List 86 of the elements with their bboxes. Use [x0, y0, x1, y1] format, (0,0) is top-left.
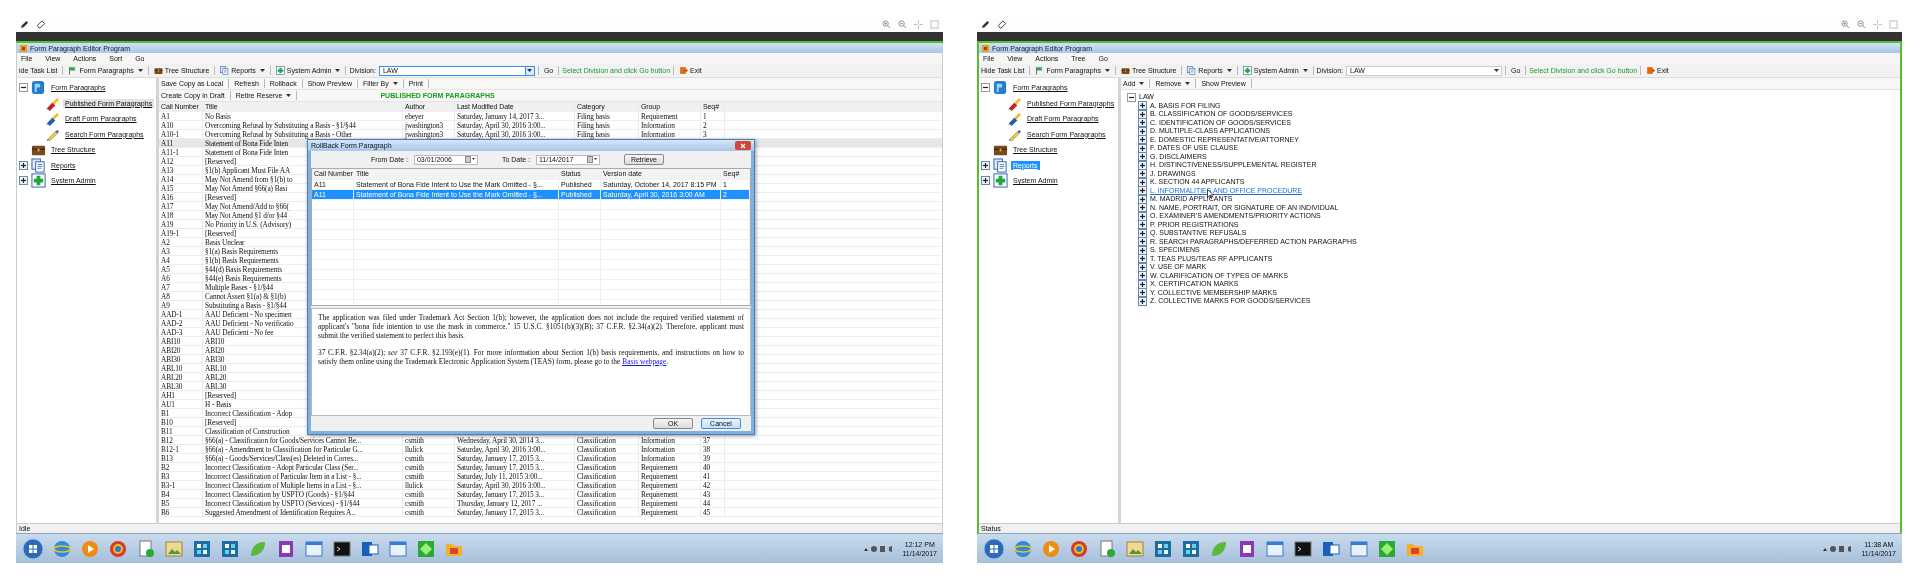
- caret-icon: [527, 68, 533, 73]
- caret-icon: [1494, 68, 1500, 73]
- badge-icon: [993, 80, 1008, 96]
- notebook-icon[interactable]: [276, 538, 296, 559]
- caret-icon: [1226, 68, 1232, 73]
- expand-toggle[interactable]: [1138, 152, 1147, 162]
- window-icon[interactable]: [1265, 538, 1285, 559]
- expand-toggle[interactable]: [1127, 92, 1136, 102]
- expand-toggle[interactable]: [1138, 118, 1147, 128]
- plus-icon: [275, 66, 285, 75]
- expand-toggle[interactable]: [981, 160, 990, 170]
- expand-toggle[interactable]: [981, 83, 990, 93]
- expand-toggle[interactable]: [981, 176, 990, 186]
- zoom-out-icon[interactable]: [898, 19, 907, 29]
- grid-icon[interactable]: [192, 538, 212, 559]
- calendar-icon[interactable]: [586, 156, 597, 163]
- expand-toggle[interactable]: [1138, 220, 1147, 230]
- caret-icon: [259, 68, 265, 73]
- caret-icon: [1104, 68, 1110, 73]
- chest-icon: [1120, 66, 1130, 75]
- eraser-icon[interactable]: [36, 19, 46, 29]
- document-icon[interactable]: [136, 538, 156, 559]
- eraser-icon[interactable]: [997, 19, 1007, 29]
- caret-icon: [1185, 81, 1191, 86]
- terminal-icon[interactable]: [332, 538, 352, 559]
- expand-toggle[interactable]: [19, 83, 28, 93]
- caret-icon: [1302, 68, 1308, 73]
- terminal-icon[interactable]: [1293, 538, 1313, 559]
- exit-icon: [679, 66, 689, 75]
- window-icon[interactable]: [388, 538, 408, 559]
- start-orb-icon[interactable]: [983, 537, 1005, 560]
- chest-icon: [153, 66, 163, 75]
- caret-icon: [137, 68, 143, 73]
- documents-icon: [993, 157, 1008, 173]
- tray-icons[interactable]: [1823, 544, 1854, 553]
- notebook-icon[interactable]: [1237, 538, 1257, 559]
- window-icon[interactable]: [1349, 538, 1369, 559]
- grid-icon[interactable]: [1181, 538, 1201, 559]
- start-orb-icon[interactable]: [22, 537, 44, 560]
- plus-icon: [1242, 66, 1252, 75]
- expand-toggle[interactable]: [1138, 203, 1147, 213]
- badge-icon: [31, 80, 46, 96]
- close-button[interactable]: [735, 141, 751, 150]
- flag-icon: [1035, 66, 1045, 75]
- window-icon[interactable]: [304, 538, 324, 559]
- calendar-icon[interactable]: [464, 156, 475, 163]
- documents-icon: [220, 66, 230, 75]
- expand-toggle[interactable]: [19, 160, 28, 170]
- expand-toggle[interactable]: [1138, 186, 1147, 196]
- flag-icon: [68, 66, 78, 75]
- caret-icon: [392, 81, 398, 86]
- pencil-icon[interactable]: [20, 19, 29, 29]
- grid-icon[interactable]: [1153, 538, 1173, 559]
- expand-toggle[interactable]: [1138, 237, 1147, 247]
- zoom-in-icon[interactable]: [882, 19, 891, 29]
- ring-icon[interactable]: [108, 538, 128, 559]
- pencil-icon[interactable]: [981, 19, 990, 29]
- brush-icon: [45, 95, 60, 111]
- close-icon: [740, 142, 746, 149]
- expand-toggle[interactable]: [1138, 254, 1147, 264]
- expand-toggle[interactable]: [1138, 169, 1147, 179]
- document-icon[interactable]: [1097, 538, 1117, 559]
- ring-icon[interactable]: [1069, 538, 1089, 559]
- app-icon: [20, 44, 27, 52]
- brush-icon: [1007, 111, 1022, 127]
- expand-toggle[interactable]: [1138, 288, 1147, 298]
- caret-icon: [1139, 81, 1145, 86]
- plus-icon: [31, 173, 46, 189]
- documents-icon: [31, 157, 46, 173]
- documents-icon: [1187, 66, 1197, 75]
- plus-icon: [993, 173, 1008, 189]
- zoom-out-icon[interactable]: [1857, 19, 1866, 29]
- caret-icon: [286, 93, 292, 98]
- zoom-in-icon[interactable]: [1841, 19, 1850, 29]
- expand-toggle[interactable]: [1138, 271, 1147, 281]
- caret-icon: [335, 68, 341, 73]
- exit-icon: [1646, 66, 1656, 75]
- tray-icons[interactable]: [864, 544, 895, 553]
- app-icon: [982, 44, 989, 52]
- expand-toggle[interactable]: [1138, 101, 1147, 111]
- brush-icon: [1007, 95, 1022, 111]
- brush-icon: [45, 111, 60, 127]
- expand-toggle[interactable]: [1138, 135, 1147, 145]
- expand-toggle[interactable]: [19, 176, 28, 186]
- expand-toggle[interactable]: [1138, 296, 1147, 306]
- grid-icon[interactable]: [220, 538, 240, 559]
